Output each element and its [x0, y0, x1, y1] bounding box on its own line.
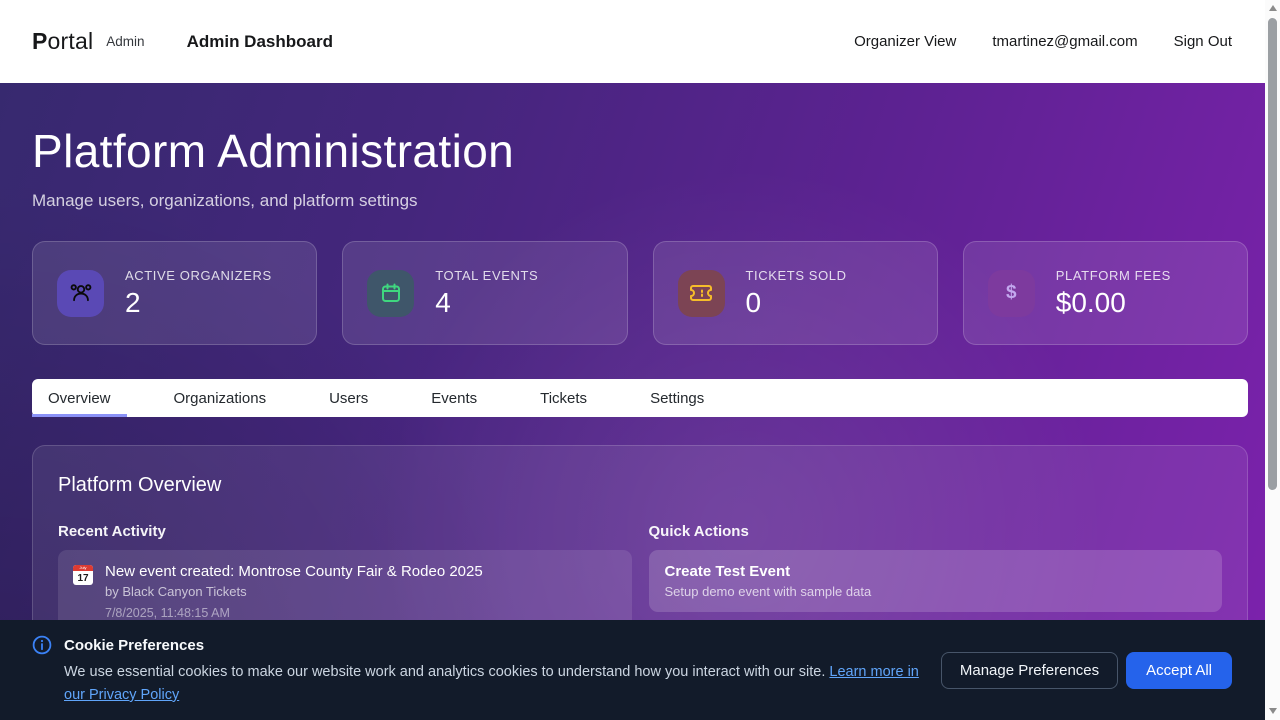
cookie-banner-buttons: Manage Preferences Accept All [941, 652, 1232, 689]
scrollbar-down-arrow-icon[interactable] [1269, 708, 1277, 714]
tab-organizations[interactable]: Organizations [158, 379, 283, 417]
stat-text: PLATFORM FEES $0.00 [1056, 268, 1171, 319]
user-email-link[interactable]: tmartinez@gmail.com [992, 33, 1137, 50]
organizer-view-link[interactable]: Organizer View [854, 33, 956, 50]
quick-actions-column: Quick Actions Create Test Event Setup de… [649, 523, 1223, 633]
logo-rest: ortal [48, 28, 94, 54]
admin-dashboard-screen: Portal Admin Admin Dashboard Organizer V… [0, 0, 1280, 720]
calendar-icon [379, 281, 403, 305]
cookie-banner-message: We use essential cookies to make our web… [64, 661, 924, 707]
people-group-icon [68, 280, 94, 306]
stat-value: 0 [746, 287, 847, 319]
stat-icon-tile [367, 270, 414, 317]
stat-card-total-events: TOTAL EVENTS 4 [342, 241, 627, 345]
tab-bar: Overview Organizations Users Events Tick… [32, 379, 1248, 417]
hero-subtitle: Manage users, organizations, and platfor… [32, 191, 1248, 211]
quick-action-subtitle: Setup demo event with sample data [665, 584, 1207, 599]
tab-users[interactable]: Users [313, 379, 384, 417]
stat-icon-tile [678, 270, 725, 317]
cookie-banner: Cookie Preferences We use essential cook… [0, 620, 1280, 720]
stat-card-platform-fees: $ PLATFORM FEES $0.00 [963, 241, 1248, 345]
scrollbar-thumb[interactable] [1268, 18, 1277, 490]
activity-timestamp: 7/8/2025, 11:48:15 AM [105, 606, 483, 620]
stat-label: PLATFORM FEES [1056, 268, 1171, 283]
stat-value: 2 [125, 287, 272, 319]
admin-badge: Admin [106, 34, 144, 49]
recent-activity-column: Recent Activity July 17 New event create… [58, 523, 632, 633]
header-nav: Organizer View tmartinez@gmail.com Sign … [854, 33, 1232, 50]
tab-tickets[interactable]: Tickets [524, 379, 603, 417]
activity-organizer: by Black Canyon Tickets [105, 584, 483, 599]
logo-bold: P [32, 28, 48, 54]
ticket-icon [689, 281, 713, 305]
stat-value: $0.00 [1056, 287, 1171, 319]
page-title: Admin Dashboard [187, 32, 333, 52]
stat-label: ACTIVE ORGANIZERS [125, 268, 272, 283]
recent-activity-heading: Recent Activity [58, 523, 632, 540]
accept-all-button[interactable]: Accept All [1126, 652, 1232, 689]
tab-overview[interactable]: Overview [32, 379, 127, 417]
stat-icon-tile: $ [988, 270, 1035, 317]
top-nav: Portal Admin Admin Dashboard Organizer V… [0, 0, 1280, 83]
stat-text: ACTIVE ORGANIZERS 2 [125, 268, 272, 319]
stat-label: TICKETS SOLD [746, 268, 847, 283]
tab-events[interactable]: Events [415, 379, 493, 417]
stat-value: 4 [435, 287, 538, 319]
stats-row: ACTIVE ORGANIZERS 2 TOTAL EVENTS 4 [32, 241, 1248, 345]
stat-text: TICKETS SOLD 0 [746, 268, 847, 319]
stat-text: TOTAL EVENTS 4 [435, 268, 538, 319]
cookie-message-text: We use essential cookies to make our web… [64, 664, 825, 680]
info-icon [32, 635, 52, 655]
activity-text: New event created: Montrose County Fair … [105, 563, 483, 620]
stat-card-tickets-sold: TICKETS SOLD 0 [653, 241, 938, 345]
dollar-icon: $ [1006, 282, 1017, 304]
hero-title: Platform Administration [32, 124, 1248, 178]
overview-title: Platform Overview [58, 474, 1222, 497]
portal-logo[interactable]: Portal [32, 28, 93, 55]
calendar-emoji-day: 17 [73, 571, 93, 585]
stat-icon-tile [57, 270, 104, 317]
vertical-scrollbar[interactable] [1265, 0, 1280, 720]
stat-card-active-organizers: ACTIVE ORGANIZERS 2 [32, 241, 317, 345]
manage-preferences-button[interactable]: Manage Preferences [941, 652, 1118, 689]
stat-label: TOTAL EVENTS [435, 268, 538, 283]
tab-settings[interactable]: Settings [634, 379, 720, 417]
cookie-banner-title: Cookie Preferences [64, 637, 204, 654]
sign-out-link[interactable]: Sign Out [1174, 33, 1232, 50]
overview-columns: Recent Activity July 17 New event create… [58, 523, 1222, 633]
create-test-event-button[interactable]: Create Test Event Setup demo event with … [649, 550, 1223, 612]
quick-actions-heading: Quick Actions [649, 523, 1223, 540]
activity-title: New event created: Montrose County Fair … [105, 563, 483, 580]
calendar-emoji-icon: July 17 [73, 565, 93, 585]
quick-action-title: Create Test Event [665, 563, 1207, 580]
scrollbar-up-arrow-icon[interactable] [1269, 5, 1277, 11]
